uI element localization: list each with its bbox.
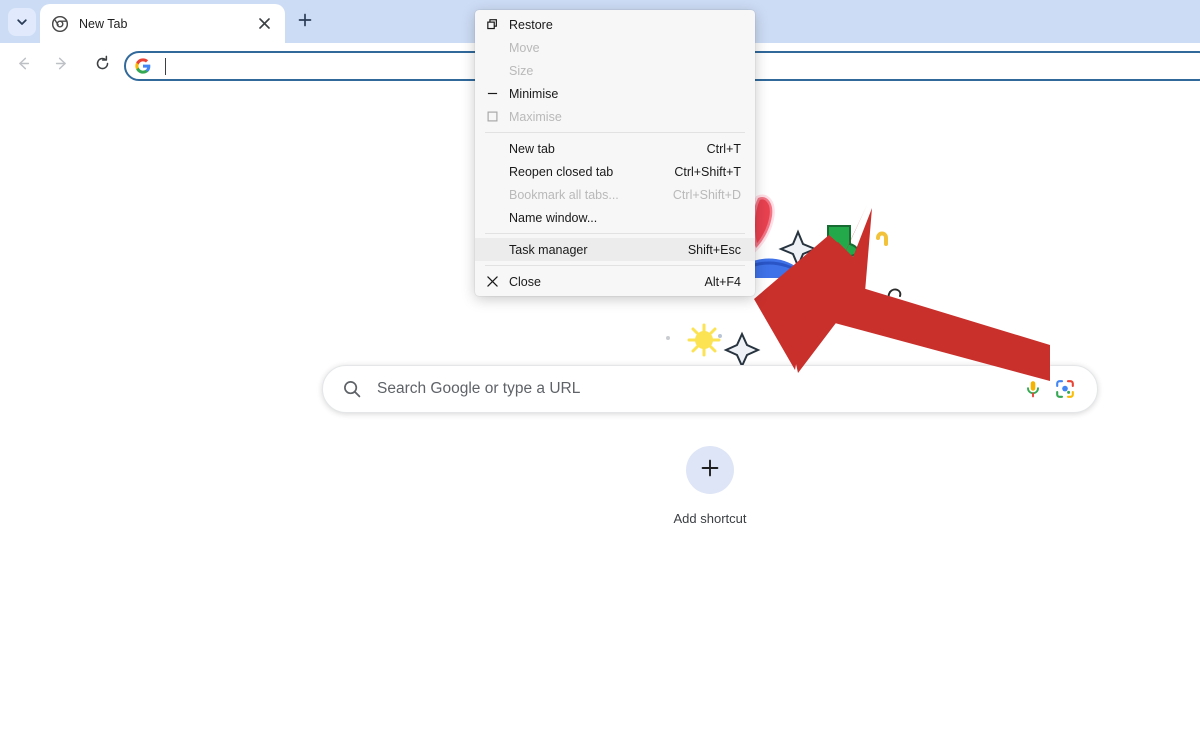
- menu-item-label: Restore: [509, 17, 553, 32]
- arrow-right-icon: [53, 55, 70, 77]
- plus-icon: [700, 458, 720, 483]
- forward-button[interactable]: [48, 53, 74, 79]
- menu-separator: [485, 233, 745, 234]
- menu-separator: [485, 265, 745, 266]
- maximise-window-icon: [475, 111, 509, 122]
- reload-button[interactable]: [89, 53, 115, 79]
- add-shortcut-button[interactable]: Add shortcut: [662, 446, 758, 526]
- menu-item-restore[interactable]: Restore: [475, 13, 755, 36]
- microphone-icon[interactable]: [1021, 377, 1045, 401]
- menu-item-close[interactable]: Close Alt+F4: [475, 270, 755, 293]
- add-shortcut-label: Add shortcut: [673, 511, 747, 526]
- menu-item-label: Minimise: [509, 86, 559, 101]
- minimise-window-icon: [475, 88, 509, 99]
- menu-item-accelerator: Ctrl+T: [706, 141, 741, 156]
- menu-item-accelerator: Alt+F4: [704, 274, 741, 289]
- magnifier-icon: [342, 379, 362, 399]
- arrow-left-icon: [15, 55, 32, 77]
- menu-item-reopen-closed-tab[interactable]: Reopen closed tab Ctrl+Shift+T: [475, 160, 755, 183]
- menu-item-accelerator: Ctrl+Shift+T: [674, 164, 741, 179]
- menu-item-label: Bookmark all tabs...: [509, 187, 619, 202]
- menu-item-name-window[interactable]: Name window...: [475, 206, 755, 229]
- menu-item-move: Move: [475, 36, 755, 59]
- menu-item-label: Close: [509, 274, 541, 289]
- ntp-search-input-placeholder[interactable]: Search Google or type a URL: [377, 380, 1021, 398]
- chrome-logo-icon: [51, 15, 69, 32]
- menu-item-size: Size: [475, 59, 755, 82]
- tab-new-tab[interactable]: New Tab: [40, 4, 285, 43]
- google-g-icon: [135, 58, 151, 74]
- menu-item-label: Name window...: [509, 210, 598, 225]
- menu-item-minimise[interactable]: Minimise: [475, 82, 755, 105]
- plus-icon: [298, 13, 312, 32]
- menu-item-bookmark-all-tabs: Bookmark all tabs... Ctrl+Shift+D: [475, 183, 755, 206]
- menu-item-label: Maximise: [509, 109, 562, 124]
- tab-title: New Tab: [79, 16, 128, 31]
- google-lens-icon[interactable]: [1053, 377, 1077, 401]
- menu-item-accelerator: Ctrl+Shift+D: [672, 187, 741, 202]
- menu-item-label: Size: [509, 63, 534, 78]
- menu-separator: [485, 132, 745, 133]
- restore-window-icon: [475, 19, 509, 30]
- tab-search-button[interactable]: [8, 8, 36, 36]
- menu-item-accelerator: Shift+Esc: [687, 242, 741, 257]
- menu-item-label: Move: [509, 40, 540, 55]
- close-x-icon: [475, 276, 509, 287]
- menu-item-label: Task manager: [509, 242, 588, 257]
- menu-item-task-manager[interactable]: Task manager Shift+Esc: [475, 238, 755, 261]
- menu-item-maximise: Maximise: [475, 105, 755, 128]
- omnibox-text-cursor: [165, 57, 166, 75]
- system-window-menu: Restore Move Size Minimise Maximise New …: [475, 10, 755, 296]
- menu-item-label: New tab: [509, 141, 555, 156]
- reload-icon: [94, 55, 111, 77]
- new-tab-button[interactable]: [292, 9, 318, 35]
- chevron-down-icon: [16, 16, 28, 28]
- menu-item-new-tab[interactable]: New tab Ctrl+T: [475, 137, 755, 160]
- menu-item-label: Reopen closed tab: [509, 164, 614, 179]
- close-icon[interactable]: [253, 13, 275, 35]
- add-shortcut-circle[interactable]: [686, 446, 734, 494]
- browser-window: New Tab Search Google or type a URL Add …: [0, 0, 1200, 746]
- back-button[interactable]: [10, 53, 36, 79]
- ntp-search-box[interactable]: Search Google or type a URL: [322, 365, 1098, 413]
